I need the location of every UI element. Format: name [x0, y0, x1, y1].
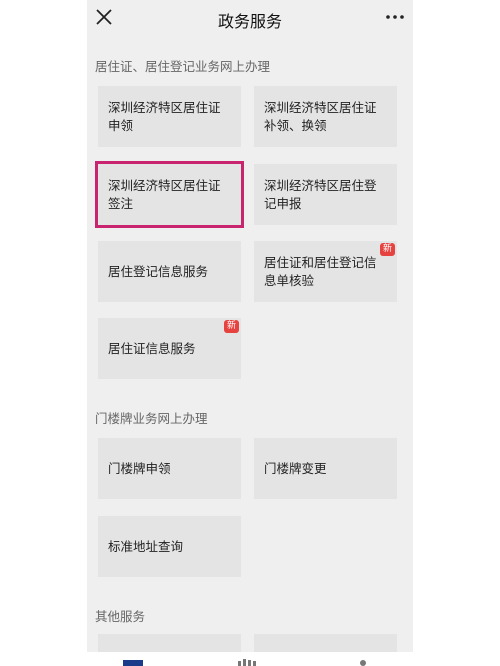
- tile-label: 门楼牌变更: [264, 460, 327, 476]
- new-badge: 新: [223, 320, 239, 333]
- tile-label: 标准地址查询: [108, 538, 184, 554]
- tile-residence-registration-declare[interactable]: 深圳经济特区居住登记申报: [254, 164, 397, 225]
- grid-icon[interactable]: [235, 658, 259, 666]
- tile-residence-permit-endorse[interactable]: 深圳经济特区居住证签注: [95, 161, 244, 228]
- tile-residence-permit-reissue[interactable]: 深圳经济特区居住证补领、换领: [254, 86, 397, 147]
- tile-label: 深圳经济特区居住证补领、换领: [264, 99, 377, 133]
- tile-residence-permit-info-service[interactable]: 居住证信息服务 新: [98, 318, 241, 379]
- tile-registration-info-service[interactable]: 居住登记信息服务: [98, 241, 241, 302]
- tile-permit-registration-verify[interactable]: 居住证和居住登记信息单核验 新: [254, 241, 397, 302]
- close-icon[interactable]: [93, 6, 115, 28]
- section-title-door-plate: 门楼牌业务网上办理: [95, 411, 208, 426]
- tile-label: 深圳经济特区居住登记申报: [264, 177, 377, 211]
- tile-label: 居住登记信息服务: [108, 263, 209, 279]
- tile-label: 居住证信息服务: [108, 340, 196, 356]
- phone-screen: 政务服务 居住证、居住登记业务网上办理 深圳经济特区居住证申领 深圳经济特区居住…: [87, 0, 413, 666]
- tile-label: 门楼牌申领: [108, 460, 171, 476]
- section-title-other: 其他服务: [95, 609, 146, 624]
- more-icon[interactable]: [383, 8, 407, 26]
- page-title: 政务服务: [217, 12, 282, 31]
- tile-label: 深圳经济特区居住证申领: [108, 99, 221, 133]
- new-badge: 新: [379, 243, 395, 256]
- section-title-residence: 居住证、居住登记业务网上办理: [95, 59, 271, 74]
- user-icon[interactable]: [355, 658, 371, 666]
- tile-door-plate-change[interactable]: 门楼牌变更: [254, 438, 397, 499]
- tab-bar: [87, 652, 413, 666]
- tile-label: 居住证和居住登记信息单核验: [264, 254, 377, 288]
- tile-standard-address-query[interactable]: 标准地址查询: [98, 516, 241, 577]
- tile-door-plate-apply[interactable]: 门楼牌申领: [98, 438, 241, 499]
- home-icon[interactable]: [121, 658, 145, 666]
- navigation-bar: 政务服务: [87, 0, 413, 36]
- tile-label: 深圳经济特区居住证签注: [108, 177, 221, 211]
- tile-residence-permit-apply[interactable]: 深圳经济特区居住证申领: [98, 86, 241, 147]
